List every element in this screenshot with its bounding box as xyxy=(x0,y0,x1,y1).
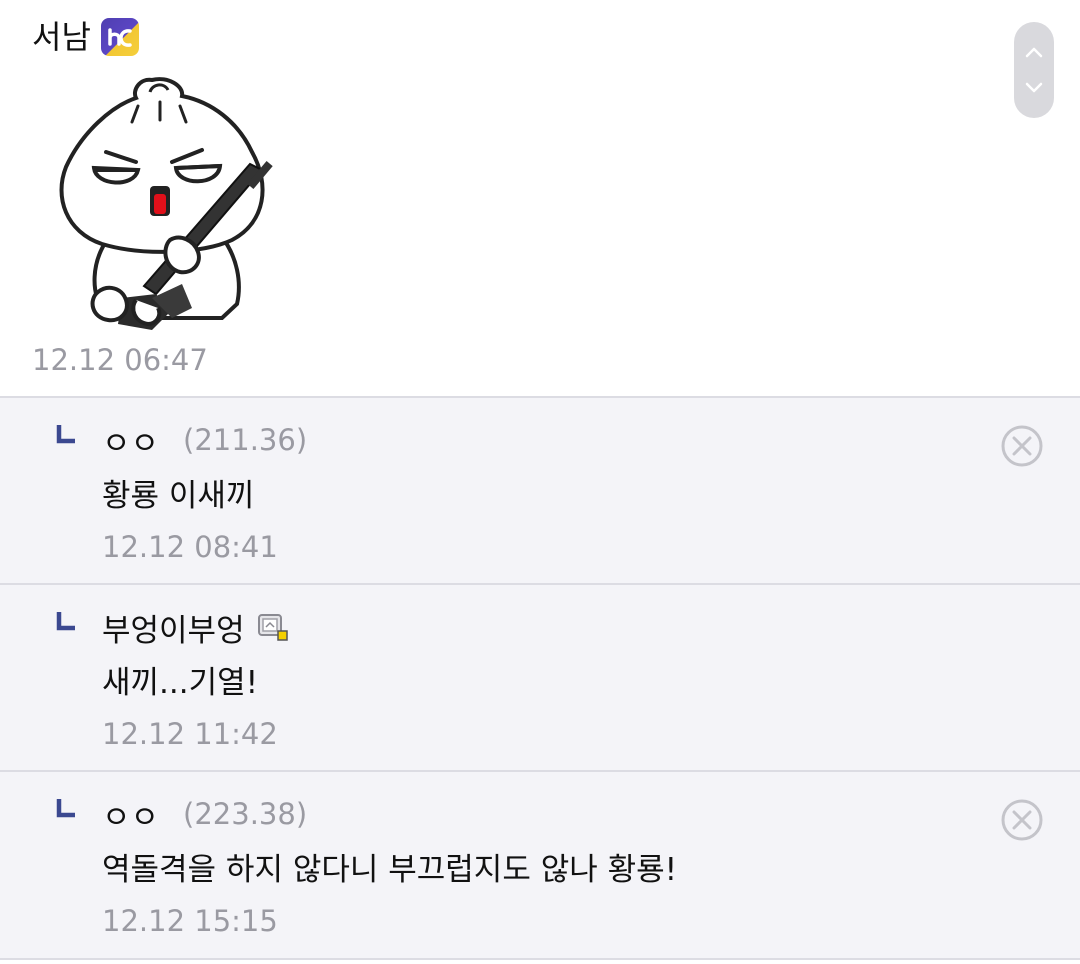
main-comment: 서남 12.12 06:47 xyxy=(0,0,1080,398)
reply-timestamp: 12.12 11:42 xyxy=(102,717,278,751)
reply-author[interactable]: ㅇㅇ xyxy=(102,792,159,837)
dumpling-sticker-image xyxy=(59,77,273,330)
reply-text: 새끼...기열! xyxy=(102,665,259,701)
close-circle-icon[interactable] xyxy=(1000,424,1044,468)
reply-author[interactable]: ㅇㅇ xyxy=(102,418,159,463)
reply-item: ㅇㅇ (211.36) 황룡 이새끼 12.12 08:41 xyxy=(0,398,1080,585)
reply-text: 역돌격을 하지 않다니 부끄럽지도 않나 황룡! xyxy=(102,852,678,888)
reply-header: ㅇㅇ (211.36) xyxy=(102,418,307,462)
reply-arrow-icon xyxy=(56,799,75,818)
gallog-badge-icon[interactable] xyxy=(100,18,139,56)
reply-timestamp: 12.12 08:41 xyxy=(102,530,278,564)
comment-timestamp: 12.12 06:47 xyxy=(32,343,208,377)
chevron-down-icon xyxy=(1025,82,1043,93)
reply-item: 부엉이부엉 새끼...기열! 12.12 11:42 xyxy=(0,585,1080,772)
reply-arrow-icon xyxy=(56,612,75,631)
reply-text: 황룡 이새끼 xyxy=(102,478,255,514)
chevron-up-icon xyxy=(1025,47,1043,58)
scroll-up-button[interactable] xyxy=(1014,32,1054,72)
reply-header: ㅇㅇ (223.38) xyxy=(102,792,307,836)
close-circle-icon[interactable] xyxy=(1000,798,1044,842)
reply-header: 부엉이부엉 xyxy=(102,605,289,649)
scroll-controls xyxy=(1014,22,1054,118)
reply-ip: (211.36) xyxy=(183,423,308,457)
fixed-nick-icon xyxy=(257,614,288,641)
reply-ip: (223.38) xyxy=(183,797,308,831)
reply-author[interactable]: 부엉이부엉 xyxy=(102,605,245,650)
scroll-down-button[interactable] xyxy=(1014,68,1054,108)
comment-thread: 서남 12.12 06:47 ㅇㅇ (211.36) 황룡 이새끼 12.12 … xyxy=(0,0,1080,964)
reply-item: ㅇㅇ (223.38) 역돌격을 하지 않다니 부끄럽지도 않나 황룡! 12.… xyxy=(0,772,1080,960)
reply-timestamp: 12.12 15:15 xyxy=(102,904,278,938)
author-row: 서남 xyxy=(32,17,139,57)
reply-arrow-icon xyxy=(56,425,75,444)
author-name[interactable]: 서남 xyxy=(32,17,91,57)
